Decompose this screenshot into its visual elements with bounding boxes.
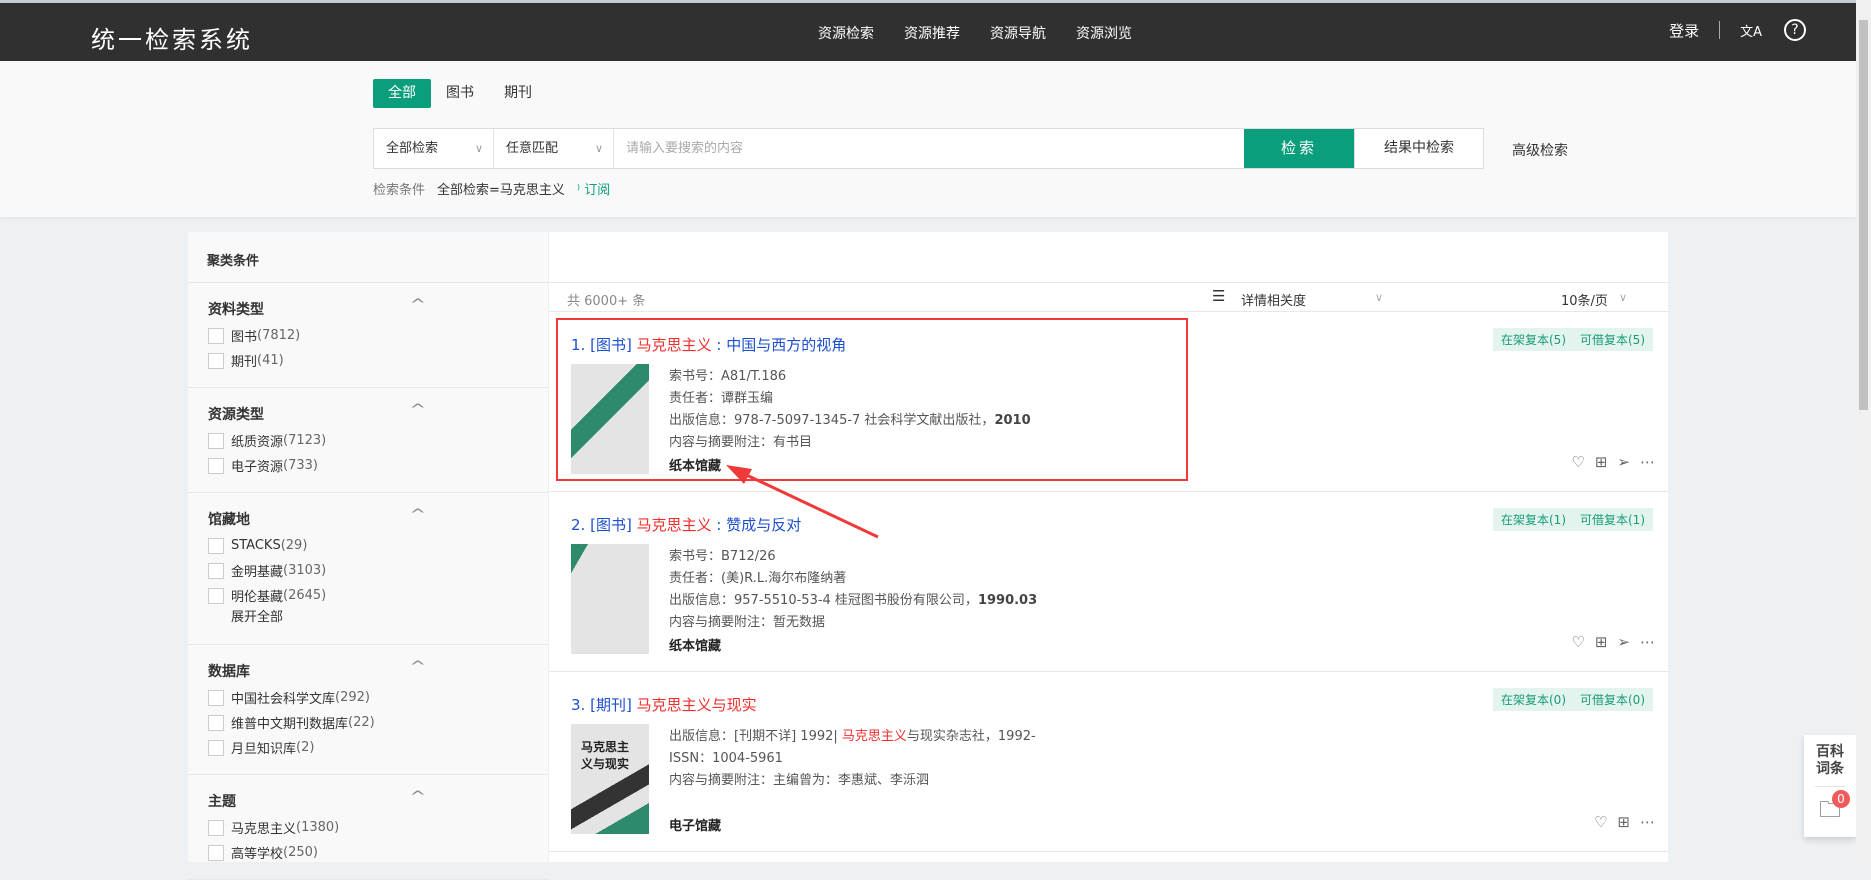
annotation-arrow: [726, 465, 879, 539]
folder-add-icon[interactable]: 🗀 0: [1804, 787, 1856, 837]
scrollbar[interactable]: [1856, 0, 1871, 862]
scrollbar-thumb[interactable]: [1859, 20, 1868, 410]
count-badge: 0: [1832, 790, 1850, 808]
side-widget: 百科词条 🗀 0: [1804, 735, 1856, 837]
encyclopedia-button[interactable]: 百科词条: [1815, 735, 1845, 787]
